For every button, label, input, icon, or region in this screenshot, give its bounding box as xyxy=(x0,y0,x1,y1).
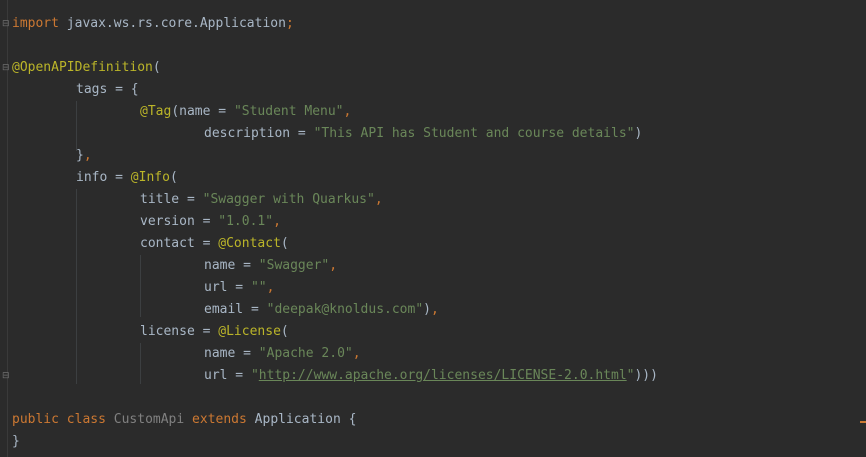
title-key: title = xyxy=(140,192,203,207)
code-line-license-url[interactable]: url = "http://www.apache.org/licenses/LI… xyxy=(204,365,658,387)
code-line-contact-url[interactable]: url = "", xyxy=(204,277,274,299)
contact-key: contact = xyxy=(140,236,219,251)
code-line-import[interactable]: import javax.ws.rs.core.Application; xyxy=(12,13,294,35)
comma: , xyxy=(431,302,439,317)
annotation: @Contact xyxy=(218,236,281,251)
string-literal: "1.0.1" xyxy=(218,214,274,229)
string-literal: "Student Menu" xyxy=(233,104,344,119)
paren: ( xyxy=(169,170,178,185)
paren: ))) xyxy=(634,368,658,383)
paren: ( xyxy=(280,236,289,251)
comma: , xyxy=(83,148,92,163)
comma: , xyxy=(374,192,383,207)
indent-guide xyxy=(76,189,77,384)
code-line-tags-close[interactable]: }, xyxy=(76,145,92,167)
desc-key: description = xyxy=(204,126,314,141)
code-line-close[interactable]: } xyxy=(12,431,20,453)
code-line-tag[interactable]: @Tag(name = "Student Menu", xyxy=(140,101,351,123)
code-line-license-name[interactable]: name = "Apache 2.0", xyxy=(204,343,361,365)
version-key: version = xyxy=(140,214,219,229)
keyword: import xyxy=(12,16,59,31)
scroll-marker xyxy=(860,421,866,423)
code-line-class[interactable]: public class CustomApi extends Applicati… xyxy=(12,409,356,431)
brace: { xyxy=(340,412,357,427)
keyword: extends xyxy=(184,412,255,427)
comma: , xyxy=(273,214,281,229)
comma: , xyxy=(266,280,275,295)
semicolon: ; xyxy=(285,16,294,31)
code-line-description[interactable]: description = "This API has Student and … xyxy=(204,123,642,145)
import-path: javax.ws.rs.core.Application xyxy=(58,16,286,31)
string-literal: "" xyxy=(250,280,267,295)
super-class: Application xyxy=(254,412,341,427)
indent-guide xyxy=(140,343,141,384)
string-literal: "deepak@knoldus.com" xyxy=(266,302,424,317)
code-line-info[interactable]: info = @Info( xyxy=(76,167,178,189)
indent-guide xyxy=(140,255,141,317)
annotation: @License xyxy=(218,324,281,339)
code-line-version[interactable]: version = "1.0.1", xyxy=(140,211,281,233)
string-literal: "Apache 2.0" xyxy=(258,346,353,361)
keyword: class xyxy=(58,412,114,427)
paren: ( xyxy=(280,324,289,339)
annotation: @Info xyxy=(130,170,170,185)
name-key: name = xyxy=(204,258,259,273)
url-key: url = xyxy=(204,368,251,383)
code-editor[interactable]: ⊟ ⊟ ⊟ import javax.ws.rs.core.Applicatio… xyxy=(0,0,866,457)
code-line-contact[interactable]: contact = @Contact( xyxy=(140,233,289,255)
info-key: info = xyxy=(76,170,131,185)
tag-name-key: (name = xyxy=(171,104,234,119)
code-line-tags[interactable]: tags = { xyxy=(76,79,139,101)
fold-icon[interactable]: ⊟ xyxy=(2,20,11,29)
paren: ( xyxy=(152,60,161,75)
url-key: url = xyxy=(204,280,251,295)
license-url-link[interactable]: http://www.apache.org/licenses/LICENSE-2… xyxy=(259,368,627,383)
quote: " xyxy=(250,368,259,383)
string-literal: "Swagger with Quarkus" xyxy=(202,192,375,207)
fold-icon[interactable]: ⊟ xyxy=(2,64,11,73)
annotation: @OpenAPIDefinition xyxy=(12,60,153,75)
paren: ) xyxy=(634,126,643,141)
annotation: @Tag xyxy=(140,104,172,119)
string-literal: "This API has Student and course details… xyxy=(313,126,635,141)
brace: } xyxy=(76,148,84,163)
string-literal: "Swagger" xyxy=(258,258,330,273)
comma: , xyxy=(343,104,352,119)
brace: } xyxy=(12,434,20,449)
comma: , xyxy=(352,346,361,361)
keyword: public xyxy=(12,412,59,427)
tags-key: tags = { xyxy=(76,82,139,97)
paren: ) xyxy=(423,302,431,317)
code-line-contact-name[interactable]: name = "Swagger", xyxy=(204,255,337,277)
code-line-license[interactable]: license = @License( xyxy=(140,321,289,343)
license-key: license = xyxy=(140,324,219,339)
code-line-title[interactable]: title = "Swagger with Quarkus", xyxy=(140,189,383,211)
name-key: name = xyxy=(204,346,259,361)
indent-guide xyxy=(76,101,77,151)
code-line-email[interactable]: email = "deepak@knoldus.com"), xyxy=(204,299,439,321)
email-key: email = xyxy=(204,302,267,317)
code-line-openapi[interactable]: @OpenAPIDefinition( xyxy=(12,57,161,79)
fold-icon[interactable]: ⊟ xyxy=(2,372,11,381)
class-name: CustomApi xyxy=(113,412,185,427)
comma: , xyxy=(329,258,338,273)
